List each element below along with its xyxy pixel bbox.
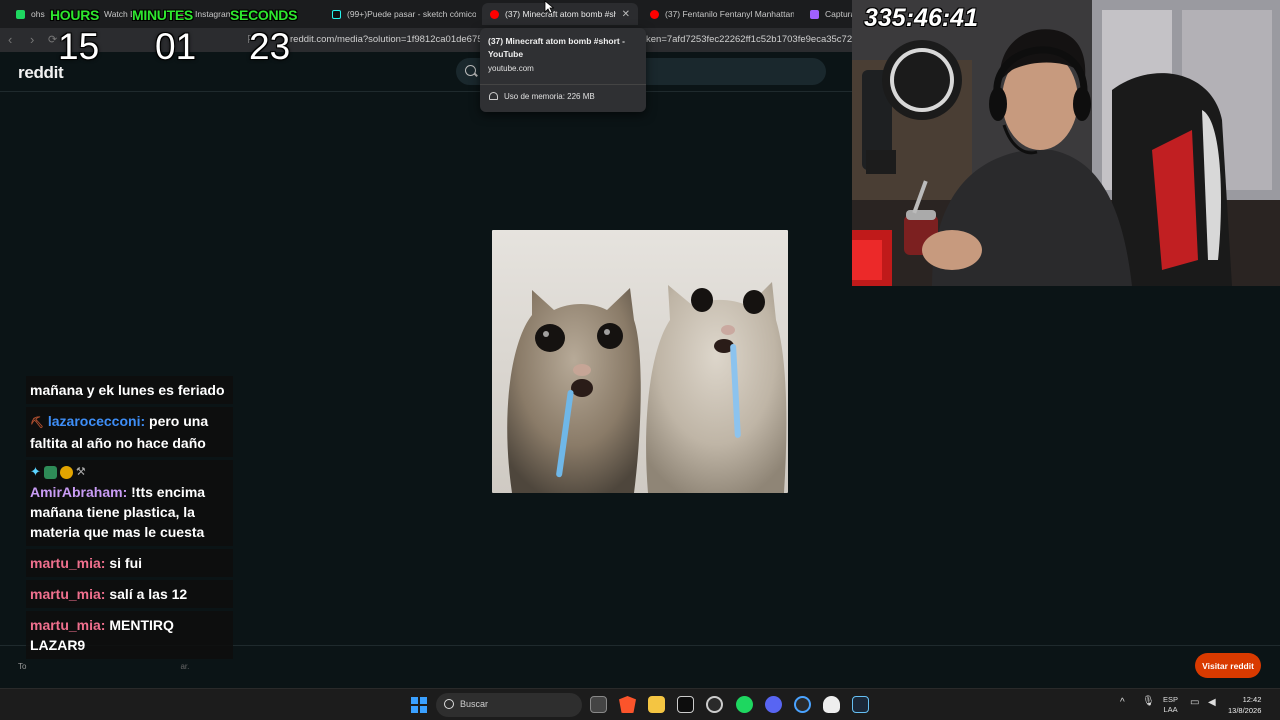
- keyboard-layout: LAA: [1163, 705, 1178, 714]
- chat-text: si fui: [105, 555, 143, 571]
- pickaxe-badge-icon: ⚒: [75, 466, 86, 478]
- seconds-label: SECONDS: [230, 7, 298, 23]
- hover-card-domain: youtube.com: [488, 64, 534, 73]
- chat-message: ✦ ⚒ AmirAbraham: !tts encima mañana tien…: [26, 460, 233, 546]
- chat-username: martu_mia:: [30, 617, 106, 633]
- tab-label: Captura: [825, 9, 852, 19]
- microphone-icon[interactable]: 🎙︎: [1142, 697, 1155, 707]
- tab-minecraft-youtube[interactable]: (37) Minecraft atom bomb #sho ✕: [482, 3, 638, 25]
- chat-badges: ✦ ⚒: [30, 464, 229, 480]
- reddit-logo[interactable]: reddit: [18, 63, 64, 83]
- close-icon[interactable]: ✕: [622, 9, 630, 20]
- clock-time: 12:42: [1242, 695, 1262, 704]
- obs-icon[interactable]: [706, 696, 723, 713]
- pen-icon: [810, 9, 819, 19]
- stream-timer: HOURS MINUTES SECONDS: [0, 0, 306, 28]
- windows-start-icon[interactable]: [411, 697, 427, 713]
- minutes-label: MINUTES: [132, 7, 193, 23]
- cats-image: [492, 230, 788, 493]
- media-image[interactable]: [492, 230, 788, 493]
- chat-message: mañana y ek lunes es feriado: [26, 376, 233, 404]
- network-icon[interactable]: ▭: [1190, 698, 1199, 708]
- search-icon: [444, 699, 454, 709]
- search-icon: [465, 65, 476, 76]
- minutes-value: 01: [155, 26, 197, 67]
- tab-hover-card: (37) Minecraft atom bomb #short - YouTub…: [480, 28, 646, 112]
- streamer-webcam-image: [852, 0, 1280, 286]
- discord-icon[interactable]: [765, 696, 782, 713]
- brave-browser-icon[interactable]: [619, 696, 636, 713]
- tab-tiktok[interactable]: (99+)Puede pasar - sketch cómico c: [324, 3, 476, 25]
- taskbar-search-input[interactable]: Buscar: [436, 693, 582, 717]
- ccleaner-icon[interactable]: [794, 696, 811, 713]
- bottom-text: To ar.: [18, 662, 190, 671]
- chat-text: mañana y ek lunes es feriado: [30, 382, 225, 398]
- sword-badge-icon: ✦: [30, 464, 41, 479]
- chat-username: martu_mia:: [30, 586, 106, 602]
- hover-card-title: (37) Minecraft atom bomb #short - YouTub…: [488, 36, 625, 59]
- task-view-icon[interactable]: [590, 696, 607, 713]
- steam-icon[interactable]: [852, 696, 869, 713]
- tab-label: (99+)Puede pasar - sketch cómico c: [347, 9, 476, 19]
- language-code: ESP: [1163, 695, 1179, 704]
- chat-message: martu_mia: MENTIRQ LAZAR9: [26, 611, 233, 659]
- youtube-icon: [650, 9, 659, 19]
- chat-username: AmirAbraham:: [30, 484, 128, 500]
- url-text-continued[interactable]: ken=7afd7253fec22262ff1c52b1703fe9eca35c…: [646, 34, 857, 45]
- chat-text: salí a las 12: [105, 586, 188, 602]
- sub-badge-icon: [43, 465, 57, 479]
- tab-label: (37) Fentanilo Fentanyl Manhattan T: [665, 9, 794, 19]
- url-text[interactable]: reddit.com/media?solution=1f9812ca01de67…: [290, 34, 483, 45]
- system-clock[interactable]: 12:42 13/8/2026: [1228, 694, 1261, 716]
- subathon-timer: 335:46:41: [864, 4, 978, 32]
- mouse-cursor-icon: [544, 0, 554, 14]
- volume-icon[interactable]: ◀: [1208, 698, 1216, 708]
- chat-message: martu_mia: salí a las 12: [26, 580, 233, 608]
- divider: [480, 84, 646, 85]
- gold-badge-icon: [59, 465, 73, 479]
- chevron-up-icon[interactable]: ^: [1120, 698, 1125, 708]
- taskbar: Buscar ^ 🎙︎ ESP LAA ▭ ◀ 12:42 13/8/2026: [0, 688, 1280, 720]
- spotify-icon[interactable]: [736, 696, 753, 713]
- file-explorer-icon[interactable]: [648, 696, 665, 713]
- hours-label: HOURS: [50, 7, 100, 23]
- seconds-value: 23: [249, 26, 291, 67]
- chat-message: martu_mia: si fui: [26, 549, 233, 577]
- capcut-icon[interactable]: [677, 696, 694, 713]
- pickaxe-badge-icon: ⛏: [30, 417, 44, 429]
- hours-value: 15: [58, 26, 100, 67]
- youtube-icon: [490, 9, 499, 19]
- tab-captura[interactable]: Captura: [802, 3, 852, 25]
- chat-username: lazarocecconi:: [47, 413, 146, 429]
- visit-reddit-button[interactable]: Visitar reddit: [1195, 653, 1261, 678]
- back-icon[interactable]: ‹: [8, 32, 12, 47]
- clock-date: 13/8/2026: [1228, 706, 1262, 715]
- tab-label: (37) Minecraft atom bomb #sho: [505, 9, 616, 19]
- tiktok-icon: [332, 9, 341, 19]
- chat-message: ⛏ lazarocecconi: pero una faltita al año…: [26, 407, 233, 457]
- chat-username: martu_mia:: [30, 555, 106, 571]
- forward-icon[interactable]: ›: [30, 32, 34, 47]
- tab-fentanilo-youtube[interactable]: (37) Fentanilo Fentanyl Manhattan T: [642, 3, 794, 25]
- reload-icon[interactable]: ⟳: [48, 33, 57, 46]
- stream-chat: mañana y ek lunes es feriado ⛏ lazarocec…: [26, 376, 233, 662]
- language-indicator[interactable]: ESP LAA: [1163, 695, 1178, 715]
- screen: ohs Watch Li Instagram (99+)Puede pasar …: [0, 0, 1280, 720]
- hover-card-memory: Uso de memoria: 226 MB: [504, 92, 595, 101]
- taskbar-search-placeholder: Buscar: [460, 699, 489, 709]
- memory-icon: [489, 92, 498, 100]
- webcam-feed: [852, 0, 1280, 286]
- skull-app-icon[interactable]: [823, 696, 840, 713]
